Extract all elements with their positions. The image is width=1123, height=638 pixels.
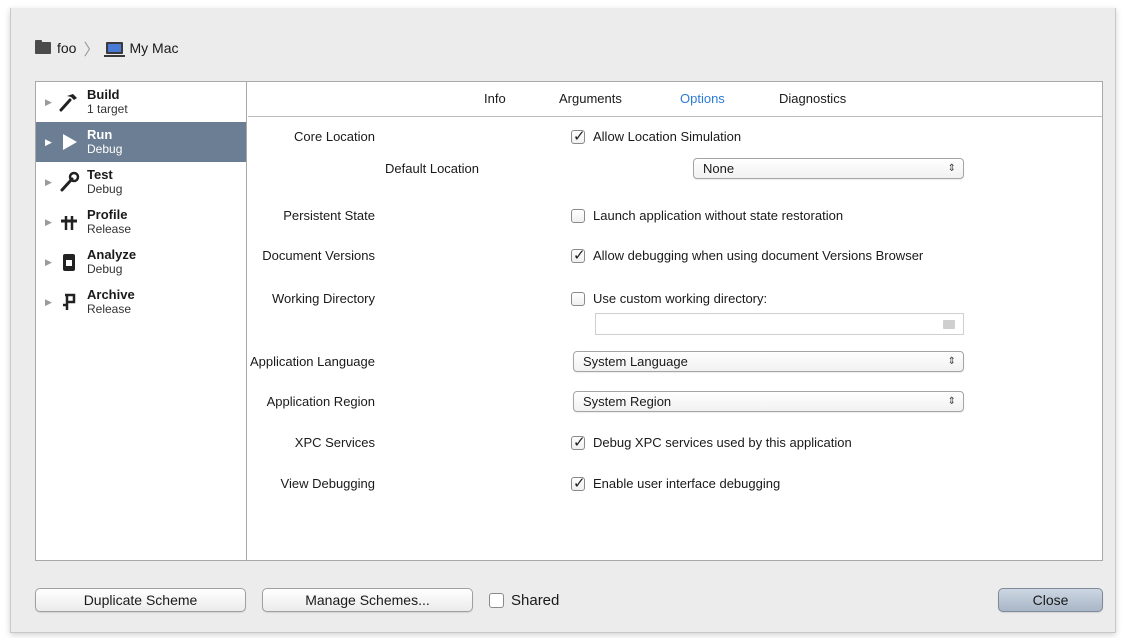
disclosure-triangle-icon[interactable]: ▶: [45, 297, 55, 308]
sidebar-item-title: Build: [87, 87, 120, 102]
sidebar-item-subtitle: 1 target: [87, 102, 128, 116]
default-location-label: Default Location: [385, 161, 479, 176]
up-down-arrows-icon: ⇕: [947, 396, 956, 407]
scheme-panel: ▶ Build 1 target ▶ Run Debug ▶ Test Debug: [35, 81, 1103, 561]
sidebar-item-build[interactable]: ▶ Build 1 target: [36, 82, 246, 122]
application-language-value: System Language: [583, 354, 688, 369]
project-icon: [35, 40, 51, 54]
disclosure-triangle-icon[interactable]: ▶: [45, 97, 55, 108]
chevron-right-icon: 〉: [83, 42, 100, 59]
folder-icon[interactable]: [943, 320, 955, 329]
hammer-icon: [57, 90, 81, 114]
manage-schemes-button[interactable]: Manage Schemes...: [262, 588, 473, 612]
wrench-icon: [57, 170, 81, 194]
application-language-label: Application Language: [249, 354, 375, 369]
working-directory-label: Working Directory: [271, 291, 375, 306]
default-location-value: None: [703, 161, 735, 176]
profile-icon: [57, 210, 81, 234]
custom-working-directory-checkbox[interactable]: [571, 292, 585, 306]
debug-xpc-services-label[interactable]: Debug XPC services used by this applicat…: [593, 435, 852, 450]
sidebar-item-title: Test: [87, 167, 113, 182]
shared-label[interactable]: Shared: [511, 592, 559, 609]
options-content: Info Arguments Options Diagnostics Core …: [248, 82, 1102, 560]
application-language-select[interactable]: System Language ⇕: [573, 351, 964, 372]
tab-bar: Info Arguments Options Diagnostics: [248, 82, 1102, 117]
launch-without-state-restoration-label[interactable]: Launch application without state restora…: [593, 208, 843, 223]
up-down-arrows-icon: ⇕: [947, 163, 956, 174]
play-icon: [57, 130, 81, 154]
allow-location-simulation-label[interactable]: Allow Location Simulation: [593, 129, 741, 144]
enable-ui-debugging-label[interactable]: Enable user interface debugging: [593, 476, 780, 491]
scheme-editor-sheet: foo 〉 My Mac ▶ Build 1 target ▶ Run Debug …: [10, 8, 1116, 633]
persistent-state-label: Persistent State: [283, 208, 375, 223]
application-region-value: System Region: [583, 394, 672, 409]
application-region-label: Application Region: [266, 394, 375, 409]
sidebar-item-title: Archive: [87, 287, 135, 302]
breadcrumb-project[interactable]: foo: [57, 40, 76, 56]
sidebar-item-subtitle: Debug: [87, 142, 123, 156]
debug-xpc-services-checkbox[interactable]: [571, 433, 586, 451]
tab-options[interactable]: Options: [680, 91, 725, 106]
breadcrumb-device[interactable]: My Mac: [129, 40, 178, 56]
sidebar-item-title: Analyze: [87, 247, 137, 262]
breadcrumb: foo 〉 My Mac: [35, 38, 178, 59]
enable-ui-debugging-checkbox[interactable]: [571, 474, 586, 492]
archive-icon: [57, 290, 81, 314]
sidebar-item-title: Profile: [87, 207, 128, 222]
close-button[interactable]: Close: [998, 588, 1103, 612]
view-debugging-label: View Debugging: [280, 476, 375, 491]
default-location-select[interactable]: None ⇕: [693, 158, 964, 179]
disclosure-triangle-icon[interactable]: ▶: [45, 217, 55, 228]
sidebar-item-subtitle: Debug: [87, 262, 123, 276]
document-versions-label: Document Versions: [262, 248, 375, 263]
disclosure-triangle-icon[interactable]: ▶: [45, 137, 55, 148]
sidebar-item-subtitle: Debug: [87, 182, 123, 196]
mac-icon: [104, 42, 126, 57]
disclosure-triangle-icon[interactable]: ▶: [45, 257, 55, 268]
core-location-label: Core Location: [294, 129, 375, 144]
launch-without-state-restoration-checkbox[interactable]: [571, 209, 585, 223]
duplicate-scheme-button[interactable]: Duplicate Scheme: [35, 588, 246, 612]
tab-arguments[interactable]: Arguments: [559, 91, 622, 106]
sidebar-item-test[interactable]: ▶ Test Debug: [36, 162, 246, 202]
allow-debugging-versions-browser-label[interactable]: Allow debugging when using document Vers…: [593, 248, 923, 263]
sidebar-item-subtitle: Release: [87, 222, 132, 236]
application-region-select[interactable]: System Region ⇕: [573, 391, 964, 412]
sidebar-item-title: Run: [87, 127, 113, 142]
tab-info[interactable]: Info: [484, 91, 506, 106]
analyze-icon: [57, 250, 81, 274]
shared-checkbox[interactable]: [489, 593, 504, 608]
tab-diagnostics[interactable]: Diagnostics: [779, 91, 846, 106]
disclosure-triangle-icon[interactable]: ▶: [45, 177, 55, 188]
xpc-services-label: XPC Services: [294, 435, 375, 450]
allow-debugging-versions-browser-checkbox[interactable]: [571, 246, 586, 264]
allow-location-simulation-checkbox[interactable]: [571, 127, 586, 145]
up-down-arrows-icon: ⇕: [947, 356, 956, 367]
working-directory-path-field[interactable]: [595, 313, 964, 335]
sidebar-item-subtitle: Release: [87, 302, 132, 316]
custom-working-directory-label[interactable]: Use custom working directory:: [593, 291, 767, 306]
